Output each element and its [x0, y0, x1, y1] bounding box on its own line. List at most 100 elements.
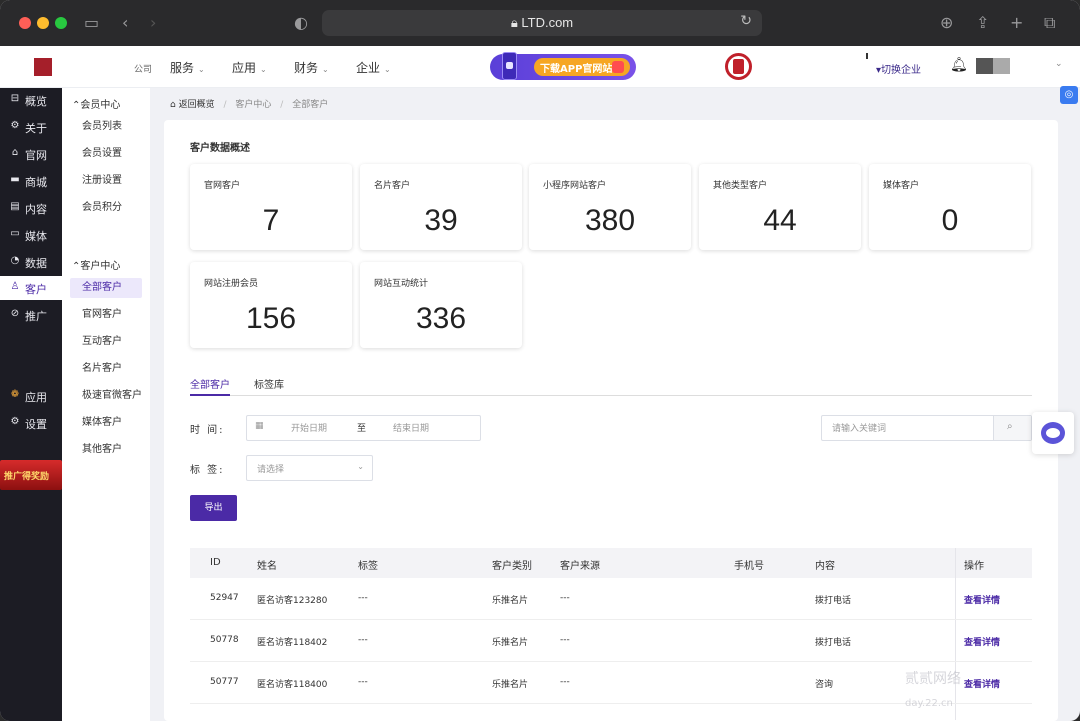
view-details-link[interactable]: 查看详情 [964, 593, 1000, 606]
sidebar-item-media-customers[interactable]: 媒体客户 [70, 413, 142, 433]
sidebar-item-website[interactable]: ⌂ 官网 [0, 142, 62, 166]
nav-enterprise[interactable]: 企业 ⌄ [356, 59, 391, 76]
bell-icon[interactable]: 🔔︎ [950, 57, 968, 73]
date-range-picker[interactable]: ▦ 开始日期 至 结束日期 [246, 415, 481, 441]
store-icon: ▬ [10, 174, 20, 185]
nav-services[interactable]: 服务 ⌄ [170, 59, 205, 76]
search-button[interactable]: ⌕ [993, 416, 1031, 440]
export-button[interactable]: 导出 [190, 495, 237, 521]
search-input[interactable]: 请输入关键词 [832, 421, 886, 434]
sidebar-item-settings[interactable]: ⚙ 设置 [0, 411, 62, 435]
sidebar-item-overview[interactable]: ⊟ 概览 [0, 88, 62, 112]
start-date-input[interactable]: 开始日期 [291, 421, 327, 434]
zoom-window-button[interactable] [55, 17, 67, 29]
overview-icon: ⊟ [10, 93, 20, 104]
sidebar-item-other-customers[interactable]: 其他客户 [70, 440, 142, 460]
customer-service-icon[interactable] [1032, 412, 1074, 454]
chevron-down-icon[interactable]: ⌄ [1055, 59, 1063, 69]
minimize-window-button[interactable] [37, 17, 49, 29]
main-panel: 客户数据概述 官网客户 7 名片客户 39 小程序网站客户 380 其他类型客户… [164, 120, 1058, 721]
switch-company-link[interactable]: ▾切换企业 [876, 61, 921, 76]
stat-card-media-customers[interactable]: 媒体客户 0 [869, 164, 1031, 250]
sidebar-item-mall[interactable]: ▬ 商城 [0, 169, 62, 193]
privacy-shield-icon[interactable]: ◐ [294, 12, 308, 34]
avatar[interactable] [976, 58, 1010, 74]
home-icon: ⌂ [11, 147, 19, 158]
col-action: 操作 [964, 561, 984, 572]
tab-all-customers[interactable]: 全部客户 [190, 376, 230, 396]
col-content: 内容 [815, 561, 835, 572]
back-to-overview-link[interactable]: ⌂ 返回概览 [170, 100, 215, 110]
media-icon: ▭ [10, 228, 20, 239]
back-icon[interactable]: ‹ [122, 12, 128, 34]
sidebar-item-website-customers[interactable]: 官网客户 [70, 305, 142, 325]
sidebar-item-quick-wechat-customers[interactable]: 极速官微客户 [70, 386, 142, 406]
sidebar-item-about[interactable]: ⚙ 关于 [0, 115, 62, 139]
keyword-search[interactable]: 请输入关键词 ⌕ [821, 415, 1032, 441]
download-icon[interactable]: ⊕ [940, 12, 953, 34]
side-tool-icon[interactable]: ◎ [1060, 86, 1078, 104]
sidebar-item-all-customers[interactable]: 全部客户 [70, 278, 142, 298]
address-bar[interactable]: 🔒︎ LTD.com ↻ [322, 10, 762, 36]
promo-badge [612, 61, 624, 73]
stat-card-registered-members[interactable]: 网站注册会员 156 [190, 262, 352, 348]
watermark-url: day.22.cn [905, 698, 953, 709]
sidebar-item-data[interactable]: ◔ 数据 [0, 250, 62, 274]
sidebar-item-promotion[interactable]: ⊘ 推广 [0, 303, 62, 327]
stat-card-interaction-stats[interactable]: 网站互动统计 336 [360, 262, 522, 348]
col-source: 客户来源 [560, 561, 600, 572]
new-tab-icon[interactable]: + [1010, 12, 1023, 34]
sidebar-item-interactive-customers[interactable]: 互动客户 [70, 332, 142, 352]
breadcrumb: ⌂ 返回概览 / 客户中心 / 全部客户 [170, 100, 329, 110]
share-icon[interactable]: ⇪ [976, 12, 989, 34]
sidebar-item-apps[interactable]: ❁ 应用 [0, 384, 62, 408]
stat-label: 网站互动统计 [374, 279, 429, 289]
sidebar-item-card-customers[interactable]: 名片客户 [70, 359, 142, 379]
table-header: ID 姓名 标签 客户类别 客户来源 手机号 内容 操作 [190, 548, 1032, 720]
sidebar-item-content[interactable]: ▤ 内容 [0, 196, 62, 220]
breadcrumb-customer-center[interactable]: 客户中心 [235, 100, 271, 110]
stat-card-website-customers[interactable]: 官网客户 7 [190, 164, 352, 250]
download-app-banner[interactable]: 下载APP官网站 [490, 52, 636, 80]
tag-filter-label: 标 签: [190, 465, 225, 476]
group-customer-center[interactable]: ⌃客户中心 [72, 257, 120, 272]
tab-overview-icon[interactable]: ⧉ [1044, 12, 1055, 34]
forward-icon[interactable]: › [150, 12, 156, 34]
company-logo[interactable] [34, 58, 52, 76]
secondary-sidebar: ⌃会员中心 会员列表 会员设置 注册设置 会员积分 ⌃客户中心 全部客户 官网客… [62, 88, 150, 721]
referral-reward-banner[interactable]: 推广得奖励 [0, 460, 62, 490]
close-window-button[interactable] [19, 17, 31, 29]
primary-sidebar: ⊟ 概览 ⚙ 关于 ⌂ 官网 ▬ 商城 ▤ 内容 ▭ 媒体 ◔ 数据 ♙ 客户 ⊘ 推广 ❁ 应用 … [0, 88, 62, 721]
stat-label: 媒体客户 [883, 181, 920, 191]
sidebar-item-register-settings[interactable]: 注册设置 [70, 171, 142, 191]
end-date-input[interactable]: 结束日期 [393, 421, 429, 434]
stat-value: 39 [424, 204, 458, 237]
date-range-separator: 至 [357, 424, 367, 434]
stat-card-card-customers[interactable]: 名片客户 39 [360, 164, 522, 250]
stat-card-miniprogram-customers[interactable]: 小程序网站客户 380 [529, 164, 691, 250]
reload-icon[interactable]: ↻ [740, 13, 752, 29]
chevron-down-icon: ⌄ [260, 65, 267, 74]
nav-apps[interactable]: 应用 ⌄ [232, 59, 267, 76]
search-icon: ⌕ [1007, 421, 1013, 432]
link-icon: ⊘ [10, 308, 20, 319]
tab-tag-library[interactable]: 标签库 [254, 376, 284, 396]
sidebar-item-member-points[interactable]: 会员积分 [70, 198, 142, 218]
stat-card-other-customers[interactable]: 其他类型客户 44 [699, 164, 861, 250]
nav-finance[interactable]: 财务 ⌄ [294, 59, 329, 76]
view-details-link[interactable]: 查看详情 [964, 677, 1000, 690]
sidebar-item-customers[interactable]: ♙ 客户 [0, 276, 62, 300]
pie-chart-icon: ◔ [10, 255, 20, 266]
sidebar-item-member-settings[interactable]: 会员设置 [70, 144, 142, 164]
tag-select[interactable]: 请选择 ⌄ [246, 455, 373, 481]
group-member-center[interactable]: ⌃会员中心 [72, 96, 120, 111]
sidebar-toggle-icon[interactable]: ▭ [84, 12, 99, 34]
brand-emblem-icon [725, 53, 752, 80]
chevron-down-icon: ⌄ [384, 65, 391, 74]
sidebar-item-member-list[interactable]: 会员列表 [70, 117, 142, 137]
sidebar-item-media[interactable]: ▭ 媒体 [0, 223, 62, 247]
view-details-link[interactable]: 查看详情 [964, 635, 1000, 648]
promo-text: 下载APP官网站 [540, 64, 613, 75]
chevron-down-icon: ⌄ [357, 462, 364, 471]
breadcrumb-all-customers: 全部客户 [292, 100, 329, 110]
